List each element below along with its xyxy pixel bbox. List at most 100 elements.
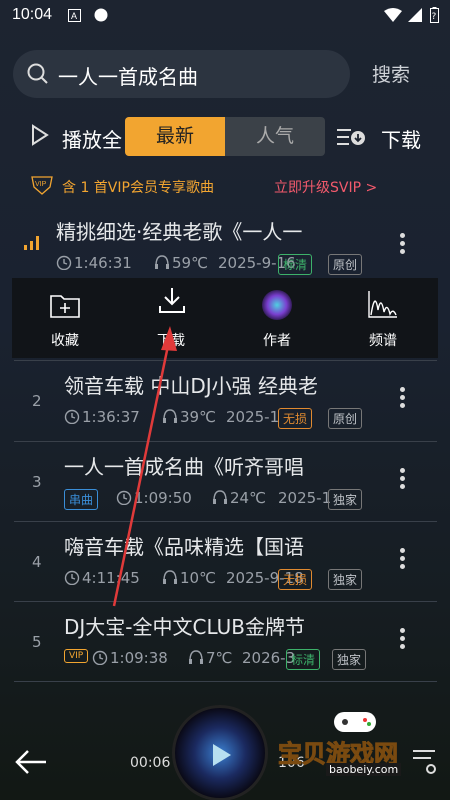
vip-notice-text: 含 1 首VIP会员专享歌曲 xyxy=(62,180,214,196)
menu-item-favorite[interactable]: 收藏 xyxy=(12,278,118,358)
menu-item-download[interactable]: 下载 xyxy=(118,278,224,358)
play-all-icon[interactable] xyxy=(31,124,49,150)
headphones-icon xyxy=(212,489,228,509)
song-date: 2025-1 xyxy=(226,408,280,426)
song-meta: 1:36:37 39℃ 2025-1 无损 原创 xyxy=(64,408,384,430)
dot-icon xyxy=(94,8,108,26)
headphones-icon xyxy=(162,408,178,428)
more-options-icon[interactable] xyxy=(395,230,409,262)
clock-icon xyxy=(116,489,132,509)
more-options-icon[interactable] xyxy=(395,625,409,657)
song-row-5[interactable]: 5 DJ大宝-全中文CLUB金牌节 VIP 1:09:38 7℃ 2026-3 … xyxy=(0,603,450,687)
download-button[interactable]: 下载 xyxy=(381,124,421,153)
song-date: 2025-1 xyxy=(278,489,332,507)
song-duration: 1:46:31 xyxy=(74,254,132,272)
song-title: DJ大宝-全中文CLUB金牌节 xyxy=(64,615,305,639)
song-temp: 7℃ xyxy=(206,649,233,667)
album-disc[interactable] xyxy=(172,705,268,800)
notification-icon: A xyxy=(68,8,81,26)
song-title: 领音车载 中山DJ小强 经典老 xyxy=(64,374,319,398)
sort-segmented-control: 最新 人气 xyxy=(125,117,325,156)
song-temp: 24℃ xyxy=(230,489,266,507)
now-playing-icon xyxy=(24,234,44,254)
menu-label: 作者 xyxy=(263,333,291,349)
divider xyxy=(14,360,437,361)
song-number: 3 xyxy=(32,473,42,491)
menu-label: 收藏 xyxy=(51,333,79,349)
download-icon xyxy=(158,286,186,318)
upgrade-svip-link[interactable]: 立即升级SVIP > xyxy=(274,177,377,197)
headphones-icon xyxy=(162,569,178,589)
quality-tag: 标清 xyxy=(286,649,321,670)
divider xyxy=(14,521,437,522)
divider xyxy=(14,601,437,602)
song-number: 2 xyxy=(32,392,42,410)
wifi-icon xyxy=(384,8,402,26)
menu-item-spectrum[interactable]: 频谱 xyxy=(330,278,436,358)
elapsed-time: 00:06 xyxy=(130,755,171,771)
divider xyxy=(14,681,437,682)
quality-tag: 无损 xyxy=(278,569,313,590)
watermark-url: baobeiy.com xyxy=(326,763,402,776)
song-duration: 1:09:38 xyxy=(110,649,168,667)
more-options-icon[interactable] xyxy=(395,465,409,497)
song-meta: 1:46:31 59℃ 2025-9-16 标清 原创 xyxy=(56,254,376,276)
original-tag: 原创 xyxy=(328,254,363,275)
more-options-icon[interactable] xyxy=(395,384,409,416)
divider xyxy=(14,441,437,442)
song-meta: 串曲 1:09:50 24℃ 2025-1 独家 xyxy=(64,489,384,511)
headphones-icon xyxy=(154,254,170,274)
author-avatar xyxy=(262,290,292,320)
battery-icon: ? xyxy=(430,7,439,27)
clock-icon xyxy=(64,408,80,428)
song-temp: 59℃ xyxy=(172,254,208,272)
playlist-icon[interactable] xyxy=(411,745,439,779)
song-row-3[interactable]: 3 一人一首成名曲《听齐哥唱 串曲 1:09:50 24℃ 2025-1 独家 xyxy=(0,443,450,527)
headphones-icon xyxy=(188,649,204,669)
exclusive-tag: 独家 xyxy=(328,489,363,510)
exclusive-tag: 独家 xyxy=(328,569,363,590)
vip-tag: VIP xyxy=(64,649,89,663)
song-number: 5 xyxy=(32,633,42,651)
search-icon xyxy=(27,63,49,89)
song-temp: 10℃ xyxy=(180,569,216,587)
medley-tag: 串曲 xyxy=(64,489,99,510)
quality-tag: 无损 xyxy=(278,408,313,429)
menu-label: 下载 xyxy=(157,333,185,349)
svg-text:?: ? xyxy=(432,12,437,22)
more-options-icon[interactable] xyxy=(395,545,409,577)
clock-icon xyxy=(92,649,108,669)
svg-text:A: A xyxy=(71,11,77,21)
original-tag: 原创 xyxy=(328,408,363,429)
search-query: 一人一首成名曲 xyxy=(58,65,198,89)
song-meta: 4:11:45 10℃ 2025-9-18 无损 独家 xyxy=(64,569,384,591)
song-row-2[interactable]: 2 领音车载 中山DJ小强 经典老 1:36:37 39℃ 2025-1 无损 … xyxy=(0,362,450,446)
exclusive-tag: 独家 xyxy=(332,649,367,670)
song-meta: VIP 1:09:38 7℃ 2026-3 标清 独家 xyxy=(64,649,384,671)
play-all-button[interactable]: 播放全 xyxy=(62,124,122,153)
song-duration: 1:36:37 xyxy=(82,408,140,426)
signal-icon xyxy=(408,8,422,26)
download-list-icon[interactable] xyxy=(337,126,367,152)
song-duration: 1:09:50 xyxy=(134,489,192,507)
song-title: 嗨音车载《品味精选【国语 xyxy=(64,535,304,559)
clock-icon xyxy=(64,569,80,589)
song-number: 4 xyxy=(32,553,42,571)
svg-text:VIP: VIP xyxy=(35,181,47,188)
menu-label: 频谱 xyxy=(369,333,397,349)
status-bar: 10:04 A ? xyxy=(0,0,450,30)
add-folder-icon xyxy=(50,292,80,322)
menu-item-author[interactable]: 作者 xyxy=(224,278,330,358)
play-icon xyxy=(211,742,233,772)
search-input[interactable]: 一人一首成名曲 xyxy=(13,50,350,98)
clock-icon xyxy=(56,254,72,274)
back-arrow-icon[interactable] xyxy=(14,748,48,780)
tab-popular[interactable]: 人气 xyxy=(225,117,325,156)
song-temp: 39℃ xyxy=(180,408,216,426)
quality-tag: 标清 xyxy=(278,254,313,275)
song-title: 一人一首成名曲《听齐哥唱 xyxy=(64,455,304,479)
tab-latest[interactable]: 最新 xyxy=(125,117,225,156)
song-row-4[interactable]: 4 嗨音车载《品味精选【国语 4:11:45 10℃ 2025-9-18 无损 … xyxy=(0,523,450,607)
search-button[interactable]: 搜索 xyxy=(372,60,410,87)
song-action-menu: 收藏 下载 作者 频谱 xyxy=(12,278,438,358)
